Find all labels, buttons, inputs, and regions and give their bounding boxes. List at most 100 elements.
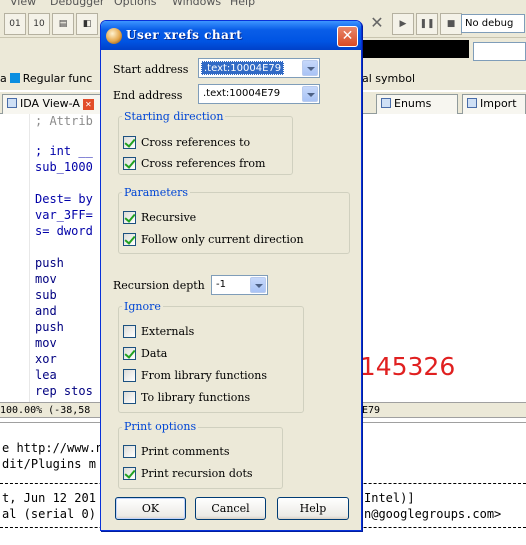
code-line: Dest= by bbox=[35, 192, 93, 206]
start-address-label: Start address bbox=[113, 63, 189, 76]
cancel-button[interactable]: Cancel bbox=[195, 497, 266, 520]
close-button[interactable]: ✕ bbox=[337, 26, 358, 47]
menu-windows[interactable]: Windows bbox=[172, 0, 221, 8]
enums-icon bbox=[381, 98, 391, 108]
code-line: lea bbox=[35, 368, 57, 382]
code-line: mov bbox=[35, 272, 57, 286]
chevron-down-icon[interactable] bbox=[302, 86, 318, 102]
parameters-title: Parameters bbox=[122, 186, 191, 199]
menu-debugger[interactable]: Debugger bbox=[50, 0, 104, 8]
dialog-titlebar[interactable]: User xrefs chart ✕ bbox=[101, 21, 361, 50]
follow-current-direction-checkbox[interactable]: Follow only current direction bbox=[123, 231, 304, 247]
close-icon[interactable]: ✕ bbox=[82, 99, 94, 110]
checkbox-box[interactable] bbox=[123, 232, 136, 246]
chevron-down-icon[interactable] bbox=[250, 277, 266, 293]
start-address-value: .text:10004E79 bbox=[201, 61, 285, 75]
toolbar-button[interactable]: ▤ bbox=[52, 13, 74, 35]
chevron-down-icon[interactable] bbox=[302, 60, 318, 76]
ignore-title: Ignore bbox=[122, 300, 163, 313]
print-comments-checkbox[interactable]: Print comments bbox=[123, 443, 229, 459]
code-line: push bbox=[35, 320, 64, 334]
code-line: var_3FF= bbox=[35, 208, 93, 222]
ok-button[interactable]: OK bbox=[115, 497, 186, 520]
xrefs-from-checkbox[interactable]: Cross references from bbox=[123, 155, 265, 171]
tab-enums[interactable]: Enums bbox=[376, 94, 458, 114]
externals-checkbox[interactable]: Externals bbox=[123, 323, 194, 339]
ida-view-icon bbox=[7, 98, 17, 108]
checkbox-box[interactable] bbox=[123, 466, 136, 480]
output-line: dit/Plugins m bbox=[2, 457, 96, 471]
checkbox-label: Print comments bbox=[141, 444, 230, 458]
from-library-functions-checkbox[interactable]: From library functions bbox=[123, 367, 267, 383]
checkbox-box[interactable] bbox=[123, 368, 136, 382]
print-options-title: Print options bbox=[122, 420, 199, 433]
menu-help[interactable]: Help bbox=[230, 0, 255, 8]
arrow-gutter bbox=[0, 114, 30, 402]
tab-label: Import bbox=[480, 97, 517, 110]
checkbox-box[interactable] bbox=[123, 135, 136, 149]
checkbox-label: To library functions bbox=[141, 390, 251, 404]
ida-logo-icon bbox=[106, 28, 122, 44]
menu-options[interactable]: Options bbox=[114, 0, 156, 8]
legend-regular-function: Regular func bbox=[22, 72, 93, 85]
start-address-combo[interactable]: .text:10004E79 bbox=[198, 58, 320, 78]
code-line: ; int __ bbox=[35, 144, 93, 158]
output-line: t, Jun 12 201 bbox=[2, 491, 96, 505]
tab-ida-view-a[interactable]: IDA View-A ✕ bbox=[2, 94, 102, 114]
play-icon[interactable]: ▶ bbox=[392, 13, 414, 35]
toolbar-button[interactable]: 10 bbox=[28, 13, 50, 35]
cancel-x-icon[interactable]: ✕ bbox=[366, 13, 388, 35]
checkbox-box[interactable] bbox=[123, 390, 136, 404]
zoom-status: 100.00% (-38,58 bbox=[0, 405, 91, 416]
toolbar-button[interactable]: ◧ bbox=[76, 13, 98, 35]
checkbox-label: Print recursion dots bbox=[141, 466, 253, 480]
dialog-title: User xrefs chart bbox=[126, 28, 243, 42]
checkbox-label: Cross references to bbox=[141, 135, 251, 149]
end-address-label: End address bbox=[113, 89, 183, 102]
checkbox-box[interactable] bbox=[123, 444, 136, 458]
output-line: Intel)] bbox=[364, 491, 415, 505]
checkbox-label: Follow only current direction bbox=[141, 232, 304, 246]
checkbox-box[interactable] bbox=[123, 156, 136, 170]
checkbox-box[interactable] bbox=[123, 324, 136, 338]
toolbar-button[interactable]: 01 bbox=[4, 13, 26, 35]
checkbox-label: Data bbox=[141, 346, 168, 360]
navigation-band[interactable] bbox=[362, 40, 469, 58]
checkbox-box[interactable] bbox=[123, 346, 136, 360]
checkbox-label: Externals bbox=[141, 324, 195, 338]
ida-menubar: View Debugger Options Windows Help bbox=[0, 0, 526, 10]
menu-view[interactable]: View bbox=[10, 0, 36, 8]
code-line: mov bbox=[35, 336, 57, 350]
xrefs-to-checkbox[interactable]: Cross references to bbox=[123, 134, 250, 150]
code-line: xor bbox=[35, 352, 57, 366]
recursion-depth-combo[interactable]: -1 bbox=[211, 275, 268, 295]
tab-label: IDA View-A bbox=[20, 97, 80, 110]
code-line: and bbox=[35, 304, 57, 318]
debugger-select[interactable]: No debug bbox=[461, 14, 525, 33]
data-checkbox[interactable]: Data bbox=[123, 345, 167, 361]
legend-symbol: al symbol bbox=[362, 72, 416, 85]
checkbox-label: Cross references from bbox=[141, 156, 266, 170]
checkbox-label: Recursive bbox=[141, 210, 197, 224]
code-line: s= dword bbox=[35, 224, 93, 238]
stop-icon[interactable]: ■ bbox=[440, 13, 462, 35]
end-address-combo[interactable]: .text:10004E79 bbox=[198, 84, 320, 104]
print-recursion-dots-checkbox[interactable]: Print recursion dots bbox=[123, 465, 253, 481]
imports-icon bbox=[467, 98, 477, 108]
code-line: sub bbox=[35, 288, 57, 302]
user-xrefs-chart-dialog: User xrefs chart ✕ Start address .text:1… bbox=[100, 20, 362, 531]
address-status: E79 bbox=[362, 405, 381, 416]
recursive-checkbox[interactable]: Recursive bbox=[123, 209, 196, 225]
to-library-functions-checkbox[interactable]: To library functions bbox=[123, 389, 250, 405]
code-line: rep stos bbox=[35, 384, 93, 398]
output-line: e http://www.n bbox=[2, 441, 104, 455]
toolbar-input[interactable] bbox=[473, 42, 526, 61]
code-line: sub_1000 bbox=[35, 160, 93, 174]
tab-imports[interactable]: Import bbox=[462, 94, 526, 114]
output-line: al (serial 0) bbox=[2, 507, 96, 521]
pause-icon[interactable]: ❚❚ bbox=[416, 13, 438, 35]
output-line: n@googlegroups.com> bbox=[364, 507, 502, 521]
tab-label: Enums bbox=[394, 97, 432, 110]
checkbox-box[interactable] bbox=[123, 210, 136, 224]
help-button[interactable]: Help bbox=[277, 497, 349, 520]
